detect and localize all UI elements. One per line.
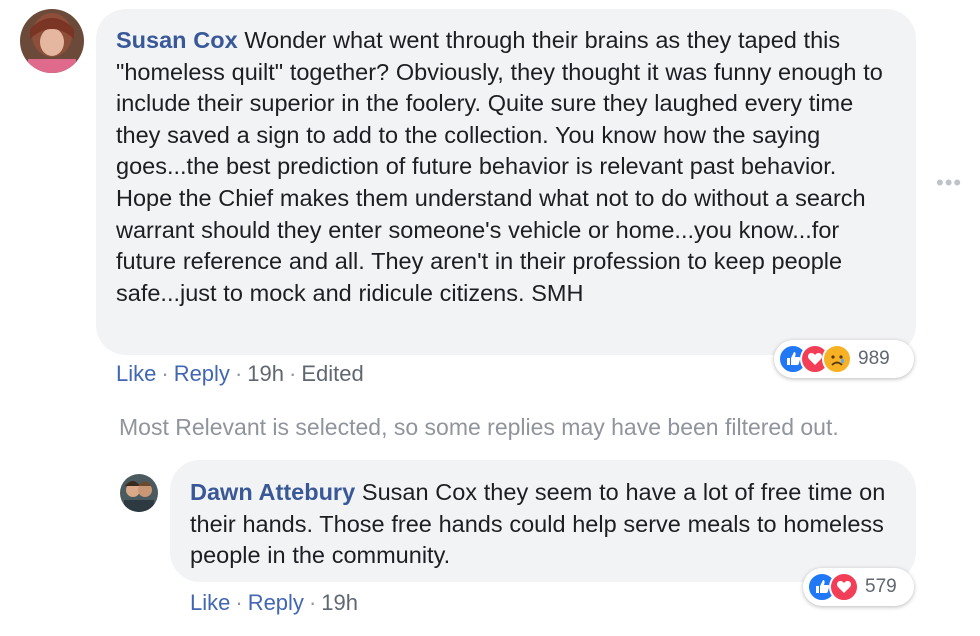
avatar-photo xyxy=(120,474,158,512)
reaction-count: 579 xyxy=(865,576,897,597)
reaction-count: 989 xyxy=(858,348,890,369)
love-icon xyxy=(829,572,859,602)
separator: · xyxy=(234,361,243,386)
reply-timestamp[interactable]: 19h xyxy=(321,590,358,615)
reply-button[interactable]: Reply xyxy=(174,361,230,386)
filter-notice: Most Relevant is selected, so some repli… xyxy=(119,414,839,440)
reply-author-link[interactable]: Dawn Attebury xyxy=(190,479,355,505)
reply-actions: Like · Reply · 19h xyxy=(190,590,358,616)
reply-button[interactable]: Reply xyxy=(248,590,304,615)
comment-body: Susan Cox Wonder what went through their… xyxy=(116,25,898,309)
separator: · xyxy=(235,590,243,615)
commenter-avatar[interactable] xyxy=(20,9,84,73)
comment-author-link[interactable]: Susan Cox xyxy=(116,27,238,53)
separator: · xyxy=(288,361,297,386)
reply-bubble: Dawn Attebury Susan Cox they seem to hav… xyxy=(170,460,916,582)
edited-label[interactable]: Edited xyxy=(301,361,363,386)
comment-reactions[interactable]: 989 xyxy=(774,340,914,378)
avatar-photo xyxy=(20,9,84,73)
comment-bubble: Susan Cox Wonder what went through their… xyxy=(96,9,916,355)
more-options-icon[interactable]: ••• xyxy=(936,170,962,196)
comment-actions: Like · Reply · 19h · Edited xyxy=(116,361,364,387)
comment-text: Wonder what went through their brains as… xyxy=(116,27,883,306)
like-button[interactable]: Like xyxy=(190,590,230,615)
reply-reactions[interactable]: 579 xyxy=(803,568,914,606)
separator: · xyxy=(308,590,317,615)
separator: · xyxy=(161,361,169,386)
like-button[interactable]: Like xyxy=(116,361,156,386)
sad-icon xyxy=(822,344,852,374)
reply-avatar[interactable] xyxy=(120,474,158,512)
reply-body: Dawn Attebury Susan Cox they seem to hav… xyxy=(190,477,898,572)
comment-timestamp[interactable]: 19h xyxy=(247,361,284,386)
